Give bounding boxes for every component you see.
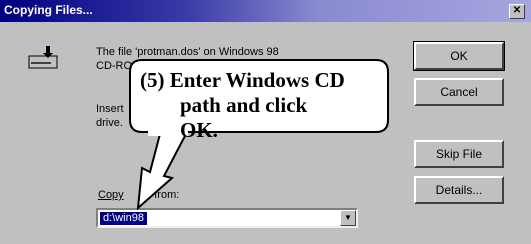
copying-files-dialog: Copying Files... ✕ The file 'protman.dos…: [0, 0, 531, 244]
callout-arrow: [136, 133, 188, 211]
callout-line-1: (5) Enter Windows CD: [140, 68, 345, 92]
callout-text: (5) Enter Windows CD path and click OK.: [140, 68, 350, 143]
callout-line-2: path and click OK.: [180, 93, 308, 142]
